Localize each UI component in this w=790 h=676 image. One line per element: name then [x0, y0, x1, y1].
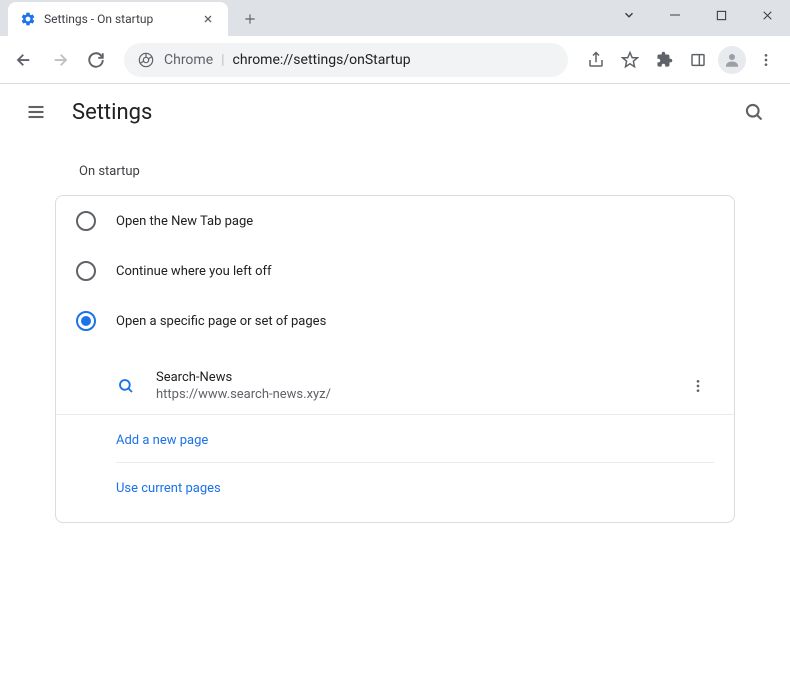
- option-continue[interactable]: Continue where you left off: [56, 246, 734, 296]
- tab-search-button[interactable]: [606, 0, 652, 30]
- tab-title: Settings - On startup: [44, 12, 192, 26]
- toolbar: Chrome | chrome://settings/onStartup: [0, 36, 790, 84]
- close-window-button[interactable]: [744, 0, 790, 30]
- radio-icon: [76, 211, 96, 231]
- settings-panel: On startup Open the New Tab page Continu…: [55, 164, 735, 523]
- search-button[interactable]: [734, 92, 774, 132]
- back-button[interactable]: [8, 44, 40, 76]
- content-area: On startup Open the New Tab page Continu…: [0, 140, 790, 523]
- hamburger-menu-button[interactable]: [16, 92, 56, 132]
- address-text: Chrome | chrome://settings/onStartup: [164, 52, 411, 68]
- startup-page-row: Search-News https://www.search-news.xyz/: [56, 358, 734, 415]
- radio-label: Continue where you left off: [116, 264, 272, 279]
- page-name: Search-News: [156, 370, 682, 385]
- browser-tab[interactable]: Settings - On startup: [8, 2, 228, 36]
- radio-icon: [76, 311, 96, 331]
- add-page-row[interactable]: Add a new page: [56, 415, 734, 462]
- reload-button[interactable]: [80, 44, 112, 76]
- use-current-row[interactable]: Use current pages: [56, 463, 734, 510]
- page-title: Settings: [72, 100, 152, 125]
- page-url: https://www.search-news.xyz/: [156, 387, 682, 402]
- page-info: Search-News https://www.search-news.xyz/: [156, 370, 682, 402]
- section-title: On startup: [55, 164, 735, 179]
- kebab-menu-icon[interactable]: [750, 44, 782, 76]
- chrome-icon: [138, 52, 154, 68]
- settings-header: Settings: [0, 84, 790, 140]
- titlebar: Settings - On startup: [0, 0, 790, 36]
- add-page-link[interactable]: Add a new page: [116, 433, 208, 448]
- option-new-tab[interactable]: Open the New Tab page: [56, 196, 734, 246]
- profile-avatar[interactable]: [716, 44, 748, 76]
- address-bar[interactable]: Chrome | chrome://settings/onStartup: [124, 43, 568, 77]
- use-current-link[interactable]: Use current pages: [116, 481, 221, 496]
- option-specific-pages[interactable]: Open a specific page or set of pages: [56, 296, 734, 346]
- page-kebab-menu[interactable]: [682, 370, 714, 402]
- close-icon[interactable]: [200, 11, 216, 27]
- forward-button[interactable]: [44, 44, 76, 76]
- new-tab-button[interactable]: [236, 5, 264, 33]
- radio-label: Open the New Tab page: [116, 214, 253, 229]
- minimize-button[interactable]: [652, 0, 698, 30]
- gear-icon: [20, 11, 36, 27]
- share-icon[interactable]: [580, 44, 612, 76]
- extensions-icon[interactable]: [648, 44, 680, 76]
- startup-card: Open the New Tab page Continue where you…: [55, 195, 735, 523]
- radio-icon: [76, 261, 96, 281]
- radio-label: Open a specific page or set of pages: [116, 314, 326, 329]
- search-icon: [116, 376, 136, 396]
- window-controls: [606, 0, 790, 36]
- side-panel-icon[interactable]: [682, 44, 714, 76]
- maximize-button[interactable]: [698, 0, 744, 30]
- bookmark-icon[interactable]: [614, 44, 646, 76]
